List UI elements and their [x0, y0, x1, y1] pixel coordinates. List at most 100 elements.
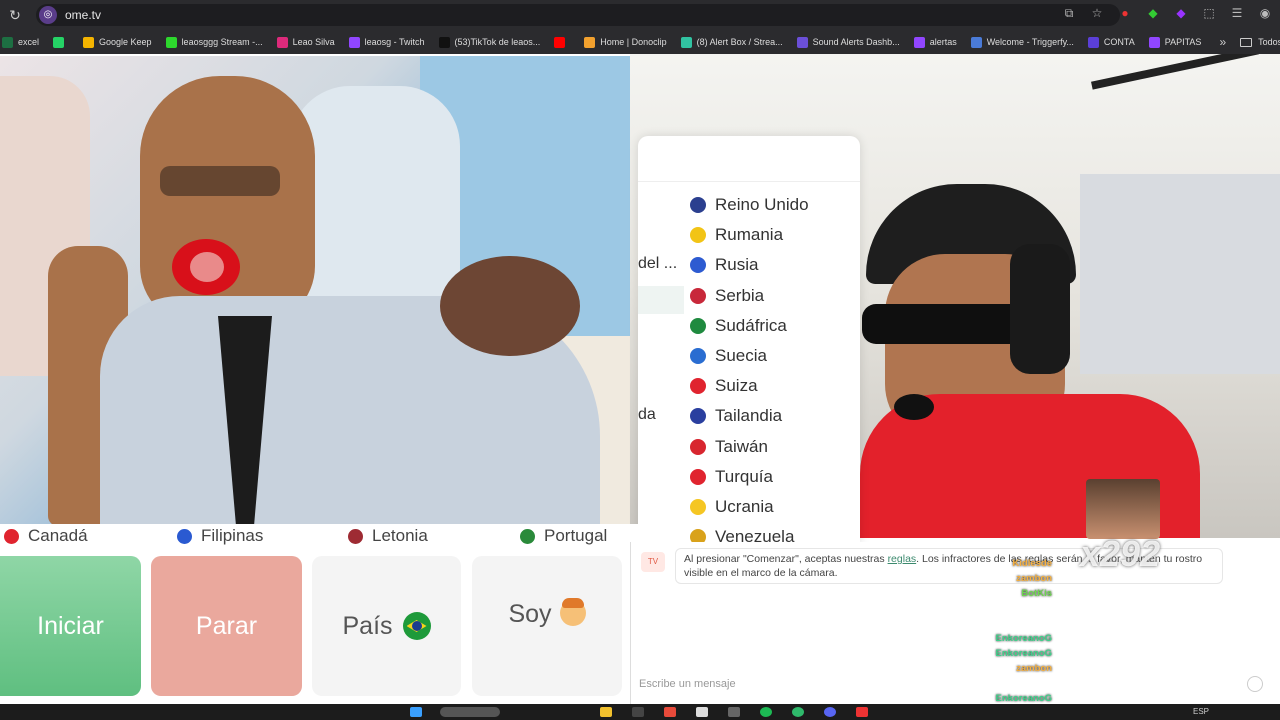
emote-combo-counter: x292	[1080, 533, 1161, 574]
country-flag-icon	[690, 378, 706, 395]
gender-button[interactable]: Soy	[472, 556, 622, 696]
app-icon-6[interactable]	[856, 707, 868, 717]
country-suggestion-label: Canadá	[28, 526, 88, 545]
country-option[interactable]: Tailandia	[690, 401, 782, 431]
bookmark-item[interactable]	[554, 36, 570, 48]
country-option-label: Sudáfrica	[715, 315, 787, 335]
bookmark-favicon-icon	[584, 36, 596, 48]
country-option[interactable]: Rusia	[690, 250, 758, 280]
bookmark-favicon-icon	[796, 36, 808, 48]
bookmark-item[interactable]: alertas	[913, 36, 957, 48]
spotify-icon[interactable]	[760, 707, 772, 717]
bookmark-item[interactable]: Sound Alerts Dashb...	[796, 36, 900, 48]
country-option[interactable]: Rumania	[690, 220, 783, 250]
bookmark-item[interactable]: (53)TikTok de leaos...	[438, 36, 540, 48]
stop-button[interactable]: Parar	[151, 556, 302, 696]
country-flag-icon	[690, 257, 706, 274]
country-option-label: Ucrania	[715, 497, 774, 516]
country-flag-icon	[690, 227, 706, 244]
country-option[interactable]: Ucrania	[690, 492, 774, 522]
country-flag-icon	[690, 438, 706, 455]
bookmark-item[interactable]: CONTA	[1087, 36, 1135, 48]
microphone	[894, 394, 934, 420]
menu-lines-icon[interactable]: ☰	[1230, 6, 1244, 20]
country-suggestion[interactable]: Canadá	[4, 526, 88, 546]
discord-icon[interactable]	[824, 707, 836, 717]
country-option[interactable]: Turquía	[690, 462, 773, 492]
country-button[interactable]: País	[312, 556, 461, 696]
bookmark-item[interactable]: Google Keep	[83, 36, 152, 48]
windows-start-icon[interactable]	[410, 707, 422, 717]
dropdown-left-partial-2[interactable]: da	[638, 406, 656, 424]
extension-purple-icon[interactable]: ◆	[1174, 6, 1188, 20]
emoji-icon[interactable]	[1247, 676, 1263, 692]
country-option[interactable]: Suecia	[690, 341, 767, 371]
chat-panel: TV Al presionar "Comenzar", aceptas nues…	[630, 542, 1280, 704]
extensions-puzzle-icon[interactable]: ⬚	[1202, 6, 1216, 20]
bookmark-item[interactable]: excel	[2, 36, 39, 48]
country-flag-icon	[690, 468, 706, 485]
country-option-label: Suiza	[715, 376, 758, 396]
bookmark-item[interactable]: Welcome - Triggerfy...	[970, 36, 1074, 48]
bookmark-star-icon[interactable]: ☆	[1090, 6, 1104, 20]
bookmark-favicon-icon	[438, 36, 450, 48]
stop-label: Parar	[195, 611, 258, 640]
start-label: Iniciar	[37, 611, 104, 640]
bookmark-label: leaosggg Stream -...	[181, 37, 263, 47]
bookmark-favicon-icon	[2, 36, 13, 48]
all-bookmarks-folder[interactable]: Todos los mar	[1240, 37, 1280, 47]
country-option-label: Suecia	[715, 346, 767, 365]
closet	[1080, 174, 1280, 374]
bookmark-label: Home | Donoclip	[600, 37, 667, 47]
start-button[interactable]: Iniciar	[0, 556, 141, 696]
message-input[interactable]: Escribe un mensaje	[639, 678, 1239, 690]
country-flag-icon	[690, 408, 706, 425]
boy-emoji-icon	[559, 598, 586, 626]
bookmark-item[interactable]	[53, 36, 69, 48]
country-option[interactable]: Suiza	[690, 371, 758, 401]
rules-link[interactable]: reglas	[888, 553, 917, 565]
app-icon-4[interactable]	[728, 707, 740, 717]
country-option[interactable]: Sudáfrica	[690, 311, 787, 341]
extension-red-icon[interactable]: ●	[1118, 6, 1132, 20]
country-suggestion[interactable]: Filipinas	[177, 526, 263, 546]
app-icon-3[interactable]	[696, 707, 708, 717]
reload-icon[interactable]: ↻	[0, 7, 30, 24]
app-icon-5[interactable]	[792, 707, 804, 717]
country-suggestion-label: Letonia	[372, 526, 428, 545]
country-option-label: Serbia	[715, 285, 765, 305]
country-option[interactable]: Taiwán	[690, 432, 768, 462]
extension-shield-icon[interactable]: ◆	[1146, 6, 1160, 20]
bookmark-item[interactable]: (8) Alert Box / Strea...	[680, 36, 783, 48]
ometv-page: del ... da Reino Unido Rumania Rusia Serbia…	[0, 54, 1280, 704]
dropdown-left-partial-1[interactable]: del ...	[638, 255, 677, 273]
country-option[interactable]: Serbia	[690, 281, 764, 311]
country-suggestion[interactable]: Portugal	[520, 526, 607, 546]
country-suggestion[interactable]: Letonia	[348, 526, 428, 546]
bookmark-favicon-icon	[680, 36, 692, 48]
bookmark-item[interactable]: PAPITAS	[1148, 36, 1201, 48]
country-suggestion-label: Filipinas	[201, 526, 264, 545]
language-indicator[interactable]: ESP	[1193, 707, 1209, 716]
country-option[interactable]: Reino Unido	[690, 190, 809, 220]
address-bar[interactable]: ◎ ome.tv	[36, 4, 1120, 26]
install-icon[interactable]: ⧉	[1062, 6, 1076, 20]
profile-icon[interactable]: ◉	[1258, 6, 1272, 20]
bookmark-favicon-icon	[165, 36, 177, 48]
file-explorer-icon[interactable]	[600, 707, 612, 717]
bookmarks-more-icon[interactable]: »	[1219, 35, 1226, 49]
app-icon-1[interactable]	[632, 707, 644, 717]
app-icon-2[interactable]	[664, 707, 676, 717]
bookmark-favicon-icon	[83, 36, 95, 48]
bookmark-item[interactable]: Home | Donoclip	[584, 36, 667, 48]
bookmark-item[interactable]: Leao Silva	[276, 36, 335, 48]
bookmark-item[interactable]: leaosg - Twitch	[348, 36, 425, 48]
bookmark-label: Leao Silva	[292, 37, 335, 47]
bookmark-item[interactable]: leaosggg Stream -...	[165, 36, 263, 48]
country-option-label: Rusia	[715, 255, 759, 275]
bookmark-favicon-icon	[1148, 36, 1160, 48]
country-flag-icon	[690, 317, 706, 334]
bookmark-favicon-icon	[1087, 36, 1099, 48]
headphones	[1010, 244, 1070, 374]
search-icon[interactable]	[440, 707, 500, 717]
